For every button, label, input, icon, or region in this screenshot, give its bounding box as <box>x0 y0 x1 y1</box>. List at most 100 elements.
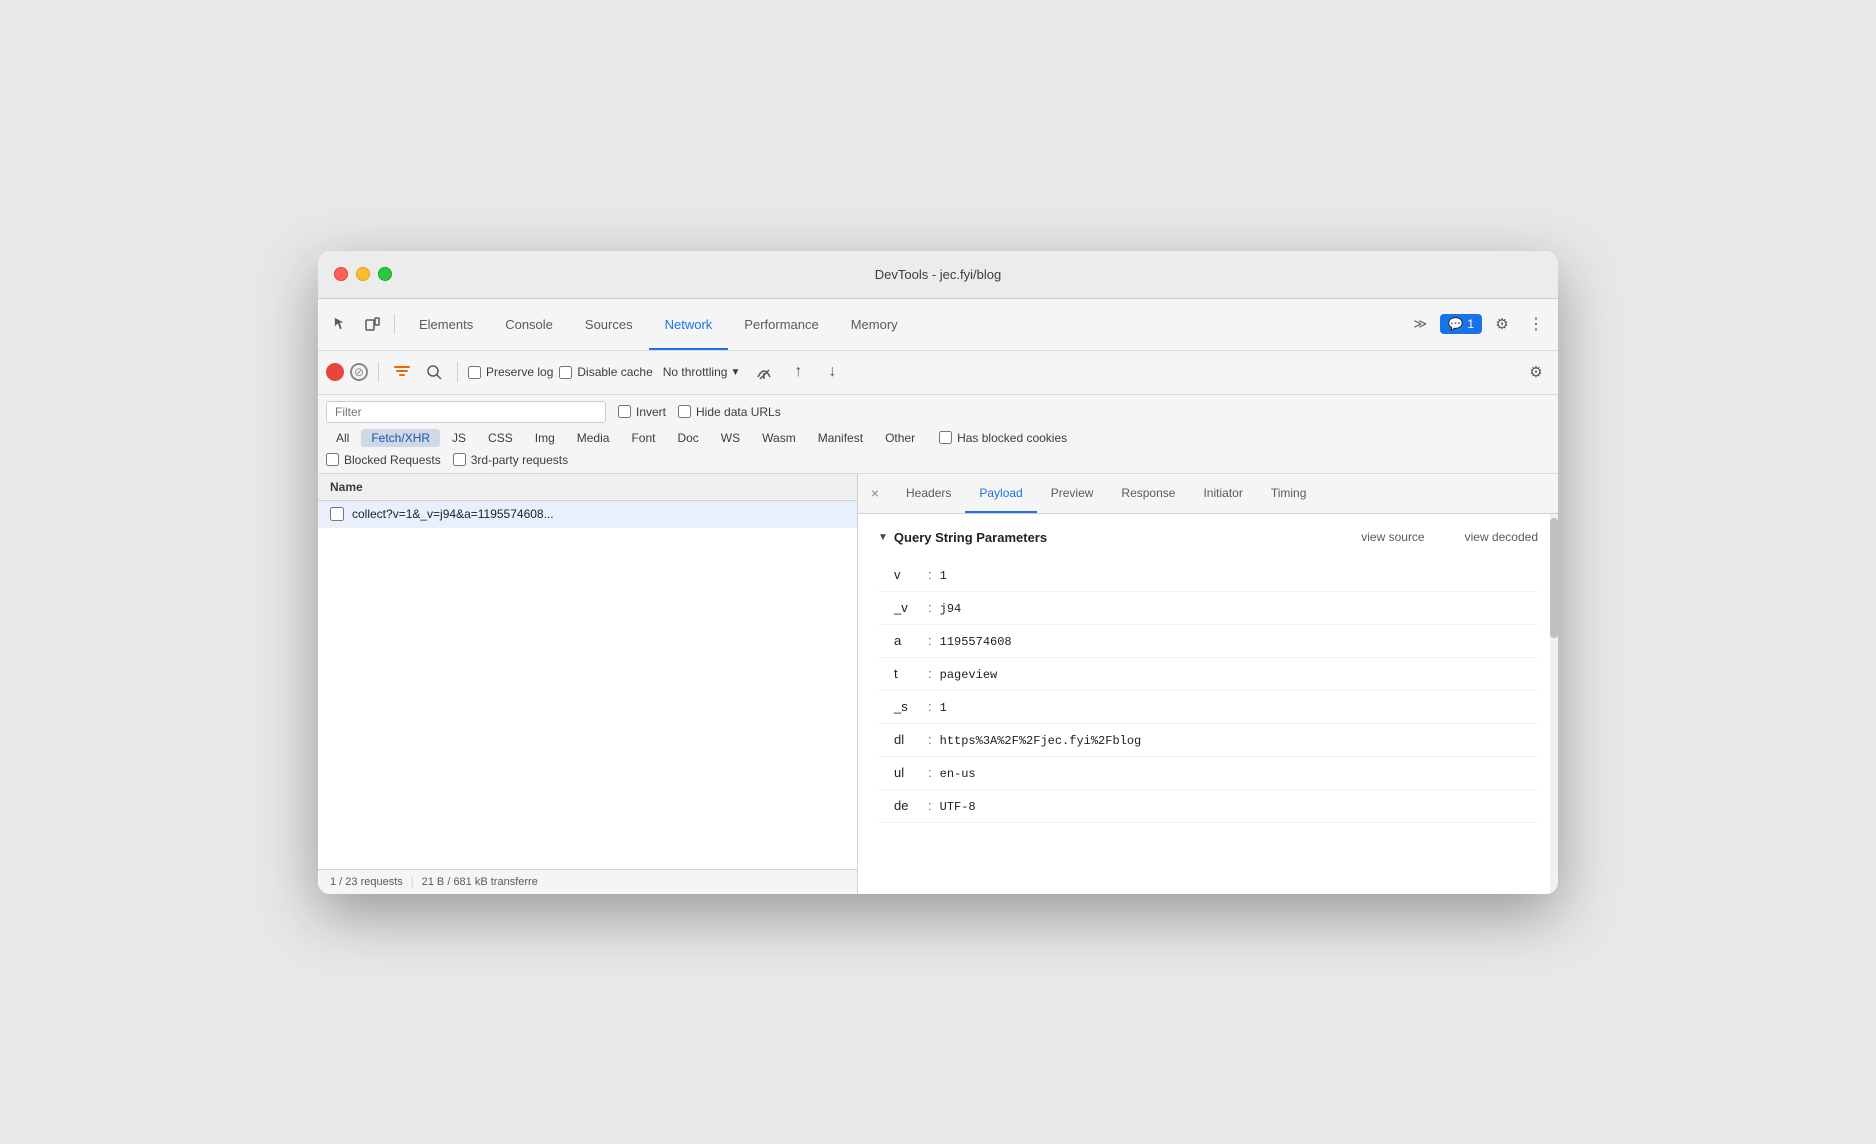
disable-cache-input[interactable] <box>559 366 572 379</box>
minimize-button[interactable] <box>356 267 370 281</box>
tab-performance[interactable]: Performance <box>728 298 834 350</box>
requests-panel: Name collect?v=1&_v=j94&a=1195574608... … <box>318 474 858 894</box>
chip-manifest[interactable]: Manifest <box>808 429 873 447</box>
param-value: 1195574608 <box>940 635 1012 649</box>
param-row-dl: dl : https%3A%2F%2Fjec.fyi%2Fblog <box>878 724 1538 757</box>
window-title: DevTools - jec.fyi/blog <box>875 267 1001 282</box>
param-key: de <box>894 798 924 813</box>
param-row-ul: ul : en-us <box>878 757 1538 790</box>
tab-network[interactable]: Network <box>649 298 729 350</box>
toolbar-right: ≫ 💬 1 ⚙ ⋮ <box>1406 310 1550 338</box>
transfer-size: 21 B / 681 kB transferre <box>422 876 538 888</box>
view-decoded-link[interactable]: view decoded <box>1465 530 1538 544</box>
maximize-button[interactable] <box>378 267 392 281</box>
chip-css[interactable]: CSS <box>478 429 523 447</box>
tab-sources[interactable]: Sources <box>569 298 649 350</box>
tab-initiator[interactable]: Initiator <box>1189 474 1256 514</box>
blocked-requests-checkbox[interactable]: Blocked Requests <box>326 453 441 467</box>
param-key: t <box>894 666 924 681</box>
network-settings-icon[interactable]: ⚙ <box>1522 358 1550 386</box>
tab-timing[interactable]: Timing <box>1257 474 1321 514</box>
tab-console[interactable]: Console <box>489 298 569 350</box>
param-key: _v <box>894 600 924 615</box>
network-conditions-icon[interactable] <box>750 358 778 386</box>
request-name: collect?v=1&_v=j94&a=1195574608... <box>352 507 554 521</box>
content-area: Name collect?v=1&_v=j94&a=1195574608... … <box>318 474 1558 894</box>
chip-img[interactable]: Img <box>525 429 565 447</box>
upload-icon[interactable]: ↑ <box>784 358 812 386</box>
chip-other[interactable]: Other <box>875 429 925 447</box>
disable-cache-checkbox[interactable]: Disable cache <box>559 365 652 379</box>
more-tabs-icon[interactable]: ≫ <box>1406 310 1434 338</box>
traffic-lights <box>334 267 392 281</box>
more-options-icon[interactable]: ⋮ <box>1522 310 1550 338</box>
tab-elements[interactable]: Elements <box>403 298 489 350</box>
filter-icon[interactable] <box>389 359 415 385</box>
invert-input[interactable] <box>618 405 631 418</box>
filter-top: Invert Hide data URLs <box>326 401 1550 423</box>
chip-font[interactable]: Font <box>621 429 665 447</box>
chip-media[interactable]: Media <box>567 429 620 447</box>
device-mode-icon[interactable] <box>358 310 386 338</box>
close-detail-button[interactable]: × <box>866 484 884 502</box>
request-checkbox[interactable] <box>330 507 344 521</box>
payload-section-title: ▼ Query String Parameters view source vi… <box>878 530 1538 545</box>
requests-spacer <box>318 528 857 869</box>
close-button[interactable] <box>334 267 348 281</box>
param-row-_v: _v : j94 <box>878 592 1538 625</box>
chip-doc[interactable]: Doc <box>667 429 708 447</box>
third-party-input[interactable] <box>453 453 466 466</box>
param-value: https%3A%2F%2Fjec.fyi%2Fblog <box>940 734 1142 748</box>
chat-badge-button[interactable]: 💬 1 <box>1440 314 1482 334</box>
invert-checkbox[interactable]: Invert <box>618 405 666 419</box>
settings-icon[interactable]: ⚙ <box>1488 310 1516 338</box>
download-icon[interactable]: ↓ <box>818 358 846 386</box>
hide-data-urls-input[interactable] <box>678 405 691 418</box>
preserve-log-input[interactable] <box>468 366 481 379</box>
tab-headers[interactable]: Headers <box>892 474 965 514</box>
param-row-a: a : 1195574608 <box>878 625 1538 658</box>
param-value: en-us <box>940 767 976 781</box>
tab-preview[interactable]: Preview <box>1037 474 1108 514</box>
filter-input-wrap <box>326 401 606 423</box>
throttle-dropdown[interactable]: No throttling ▼ <box>659 363 745 381</box>
third-party-checkbox[interactable]: 3rd-party requests <box>453 453 568 467</box>
scrollbar-thumb[interactable] <box>1550 518 1558 638</box>
record-button[interactable] <box>326 363 344 381</box>
preserve-log-checkbox[interactable]: Preserve log <box>468 365 553 379</box>
filter-input[interactable] <box>326 401 606 423</box>
requests-column-header: Name <box>318 474 857 501</box>
param-value: UTF-8 <box>940 800 976 814</box>
clear-button[interactable]: ⊘ <box>350 363 368 381</box>
chip-js[interactable]: JS <box>442 429 476 447</box>
tab-payload[interactable]: Payload <box>965 474 1036 514</box>
view-source-link[interactable]: view source <box>1361 530 1424 544</box>
collapse-triangle-icon[interactable]: ▼ <box>878 532 888 543</box>
param-row-t: t : pageview <box>878 658 1538 691</box>
request-count: 1 / 23 requests <box>330 876 403 888</box>
param-key: a <box>894 633 924 648</box>
section-links: view source view decoded <box>1361 530 1538 544</box>
hide-data-urls-checkbox[interactable]: Hide data URLs <box>678 405 781 419</box>
chip-ws[interactable]: WS <box>711 429 750 447</box>
titlebar: DevTools - jec.fyi/blog <box>318 251 1558 299</box>
search-icon[interactable] <box>421 359 447 385</box>
has-blocked-cookies-checkbox[interactable]: Has blocked cookies <box>939 431 1067 445</box>
chip-wasm[interactable]: Wasm <box>752 429 806 447</box>
scrollbar-track[interactable] <box>1550 514 1558 894</box>
chip-fetch-xhr[interactable]: Fetch/XHR <box>361 429 440 447</box>
network-toolbar: ⊘ Preserve log Disable cache No throttli… <box>318 351 1558 395</box>
chevron-down-icon: ▼ <box>730 367 740 378</box>
tab-response[interactable]: Response <box>1107 474 1189 514</box>
has-blocked-cookies-input[interactable] <box>939 431 952 444</box>
blocked-requests-input[interactable] <box>326 453 339 466</box>
tab-memory[interactable]: Memory <box>835 298 914 350</box>
payload-content: ▼ Query String Parameters view source vi… <box>858 514 1558 894</box>
table-row[interactable]: collect?v=1&_v=j94&a=1195574608... <box>318 501 857 528</box>
param-row-_s: _s : 1 <box>878 691 1538 724</box>
chip-all[interactable]: All <box>326 429 359 447</box>
toolbar-divider <box>394 314 395 334</box>
main-toolbar: Elements Console Sources Network Perform… <box>318 299 1558 351</box>
inspect-element-icon[interactable] <box>326 310 354 338</box>
filter-chips: All Fetch/XHR JS CSS Img Media Font Doc … <box>326 429 1550 447</box>
